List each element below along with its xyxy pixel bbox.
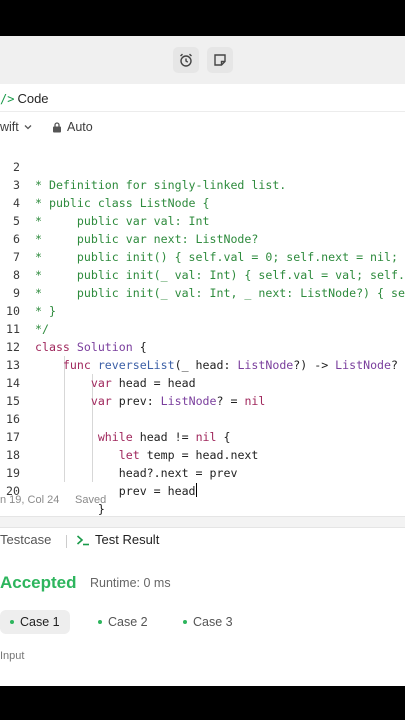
tab-test-result[interactable]: Test Result: [76, 532, 159, 547]
editor-options-bar: wift Auto: [0, 112, 405, 142]
notes-button[interactable]: [207, 47, 233, 73]
code-line: 5 * public var next: ListNode?: [0, 194, 405, 246]
language-selector[interactable]: wift: [0, 120, 33, 134]
panel-resize-handle[interactable]: [0, 516, 405, 528]
code-brackets-icon: />: [0, 91, 15, 106]
result-summary: Accepted Runtime: 0 ms: [0, 572, 405, 596]
code-line: 14 var prev: ListNode? = nil: [0, 356, 405, 408]
code-line: 9 * }: [0, 266, 405, 318]
save-status: Saved: [75, 494, 107, 506]
code-line: 10 */: [0, 284, 405, 336]
case-tab[interactable]: Case 1: [0, 610, 70, 634]
bottom-panel-tabs: Testcase Test Result: [0, 528, 405, 554]
note-icon: [214, 54, 226, 66]
code-line: 8 * public init(_ val: Int, _ next: List…: [0, 248, 405, 300]
tab-testcase-label: Testcase: [0, 532, 52, 547]
code-line: 16 while head != nil {: [0, 392, 405, 444]
tab-testcase[interactable]: Testcase: [0, 532, 51, 547]
alarm-clock-icon: [180, 53, 192, 67]
editor-status-bar: n 19, Col 24 Saved: [0, 491, 405, 513]
code-line: 7 * public init(_ val: Int) { self.val =…: [0, 230, 405, 282]
code-line: 4 * public var val: Int: [0, 176, 405, 228]
auto-mode-label: Auto: [67, 120, 93, 134]
cursor-position: n 19, Col 24: [0, 494, 60, 506]
code-line: 11 class Solution {: [0, 302, 405, 354]
chevron-down-icon: [24, 125, 32, 130]
case-tab[interactable]: Case 3: [173, 610, 243, 634]
case-tab[interactable]: Case 2: [88, 610, 158, 634]
top-toolbar: [0, 36, 405, 85]
code-line: 15: [0, 374, 405, 408]
code-panel-header: /> Code: [0, 84, 405, 112]
language-label: wift: [0, 120, 19, 134]
tab-test-result-label: Test Result: [95, 532, 160, 547]
timer-button[interactable]: [173, 47, 199, 73]
code-line: 19 prev = head: [0, 446, 405, 498]
verdict-text: Accepted: [0, 573, 77, 592]
code-line: 18 head?.next = prev: [0, 428, 405, 480]
pass-dot-icon: [183, 620, 187, 624]
case-label: Case 1: [20, 615, 60, 629]
pass-dot-icon: [10, 620, 14, 624]
pass-dot-icon: [98, 620, 102, 624]
code-panel-title: Code: [17, 91, 49, 106]
code-panel-tab[interactable]: /> Code: [0, 91, 49, 106]
device-frame: /> Code wift Auto 2 * Definition for sin…: [0, 0, 405, 720]
case-selector: Case 1 Case 2 Case 3: [0, 610, 405, 636]
terminal-icon: [76, 534, 89, 545]
code-line: 13 var head = head: [0, 338, 405, 390]
code-line: 6 * public init() { self.val = 0; self.n…: [0, 212, 405, 264]
code-line: 17 let temp = head.next: [0, 410, 405, 462]
lock-icon: [53, 121, 61, 132]
input-label: Input: [0, 650, 25, 662]
app-screen: /> Code wift Auto 2 * Definition for sin…: [0, 36, 405, 686]
runtime-text: Runtime: 0 ms: [90, 576, 171, 590]
tab-separator: [66, 535, 67, 548]
case-label: Case 3: [193, 615, 233, 629]
case-label: Case 2: [108, 615, 148, 629]
auto-mode-toggle[interactable]: Auto: [52, 120, 93, 134]
code-line: 20 }: [0, 464, 405, 516]
code-line: 3 * public class ListNode {: [0, 158, 405, 210]
code-line: 2 * Definition for singly-linked list.: [0, 140, 405, 192]
code-editor[interactable]: 2 * Definition for singly-linked list. 3…: [0, 140, 405, 516]
code-line: 12 func reverseList(_ head: ListNode?) -…: [0, 320, 405, 372]
